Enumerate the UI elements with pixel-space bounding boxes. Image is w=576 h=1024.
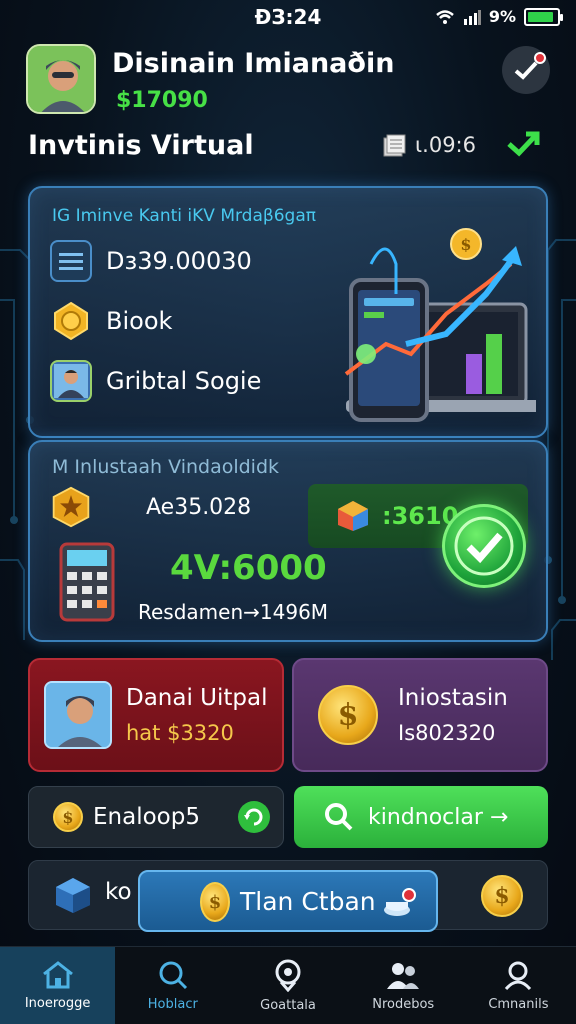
- svg-text:$: $: [460, 235, 471, 254]
- industry-card[interactable]: M Inlustaah Vindaoldidk Ae35.028 4V:6000…: [28, 440, 548, 642]
- battery-icon: [524, 7, 563, 26]
- nav-home[interactable]: Inoerogge: [0, 947, 116, 1024]
- search-action-button[interactable]: kindnoclar →: [294, 786, 548, 848]
- dollar-coin-icon: $: [318, 685, 378, 745]
- enaloop-label: Enaloop5: [93, 804, 200, 830]
- notification-button[interactable]: [502, 46, 550, 94]
- investment-row-book: Biook: [50, 300, 172, 342]
- nav-location-label: Goattala: [260, 998, 316, 1013]
- tile-right-title: Iniostasin: [398, 685, 508, 711]
- big-check-icon: [454, 516, 514, 576]
- blue-cube-icon: [56, 878, 90, 913]
- search-icon: [159, 961, 187, 990]
- enaloop-button[interactable]: $ Enaloop5: [28, 786, 284, 848]
- location-icon: [275, 959, 301, 992]
- people-icon: [387, 963, 420, 989]
- signal-icon: [463, 9, 481, 25]
- gold-badge-icon: [50, 300, 92, 342]
- nav-location[interactable]: Goattala: [230, 947, 345, 1024]
- document-stack-icon: [383, 134, 406, 157]
- investment-card[interactable]: IG Iminve Kanti iKV Mrdaβ6gaπ Dз39.00030…: [28, 186, 548, 438]
- bottom-row-label: ko: [105, 879, 132, 905]
- industry-big-value: 4V:6000: [170, 548, 327, 588]
- nav-profile-label: Cmnanils: [488, 997, 549, 1012]
- balance-amount: $17090: [116, 88, 208, 113]
- coin-icon: $: [200, 882, 230, 922]
- industry-card-heading: M Inlustaah Vindaoldidk: [52, 456, 280, 478]
- investment-row-person: Gribtal Sogie: [50, 360, 261, 402]
- investment-amount: Dз39.00030: [106, 247, 252, 275]
- section-subtitle: Invtinis Virtual: [28, 130, 254, 161]
- investment-book-label: Biook: [106, 307, 173, 335]
- nav-home-label: Inoerogge: [24, 996, 91, 1011]
- nav-profile[interactable]: Cmnanils: [461, 947, 576, 1024]
- status-bar: ĐЗ:24 9%: [0, 0, 576, 34]
- industry-row-value: Ae35.028: [50, 486, 251, 528]
- cup-icon: [384, 888, 416, 916]
- plan-popup-button[interactable]: $ Tlan Ctban: [138, 870, 438, 932]
- status-icons: 9%: [435, 7, 563, 26]
- tile-right-value: Is802320: [398, 721, 496, 745]
- person-icon: [46, 683, 110, 747]
- calculator-icon: [58, 542, 116, 622]
- nav-people-label: Nrodebos: [372, 997, 435, 1012]
- nav-people[interactable]: Nrodebos: [346, 947, 461, 1024]
- wifi-icon: [436, 9, 454, 24]
- tile-avatar: [44, 681, 112, 749]
- gold-star-badge-icon: [50, 486, 92, 528]
- person-avatar-icon: [50, 360, 92, 402]
- status-time: ĐЗ:24: [254, 5, 322, 29]
- plan-popup-label: Tlan Ctban: [240, 886, 376, 916]
- investment-row-amount: Dз39.00030: [50, 240, 252, 282]
- tile-virtual-pal[interactable]: Danai Uitpal hat $3320: [28, 658, 284, 772]
- tile-left-title: Danai Uitpal: [126, 685, 268, 711]
- tile-iniostasin[interactable]: $ Iniostasin Is802320: [292, 658, 548, 772]
- header-stat-value: ɩ.09:6: [415, 133, 476, 157]
- refresh-icon: [238, 801, 270, 833]
- avatar-person-icon: [28, 46, 94, 112]
- investment-person-label: Gribtal Sogie: [106, 367, 262, 395]
- profile-icon: [505, 961, 532, 991]
- gift-cube-icon: [338, 501, 368, 531]
- user-avatar[interactable]: [26, 44, 96, 114]
- notification-dot: [534, 52, 546, 64]
- bottom-navigation: Inoerogge Hoblacr Goattala Nrodebos Cmna…: [0, 946, 576, 1024]
- search-action-label: kindnoclar →: [368, 804, 509, 830]
- home-icon: [42, 961, 73, 989]
- phone-growth-illustration: $: [344, 228, 536, 422]
- nav-search-label: Hoblacr: [147, 997, 198, 1012]
- investment-card-heading: IG Iminve Kanti iKV Mrdaβ6gaπ: [52, 206, 316, 226]
- list-icon: [50, 240, 92, 282]
- tile-left-value: hat $3320: [126, 721, 234, 745]
- industry-value: Ae35.028: [146, 494, 252, 520]
- app-title: Disinain Imianaðin: [112, 48, 395, 79]
- confirm-check-button[interactable]: [442, 504, 526, 588]
- search-icon: [325, 803, 353, 831]
- header-stat: ɩ.09:6: [381, 132, 476, 158]
- industry-detail-line: Resdamen→1496M: [138, 600, 329, 624]
- green-arrow-icon[interactable]: [506, 130, 540, 158]
- coin-icon: $: [481, 875, 523, 917]
- coin-icon: $: [53, 802, 83, 832]
- nav-search[interactable]: Hoblacr: [115, 947, 230, 1024]
- battery-percent: 9%: [488, 7, 516, 26]
